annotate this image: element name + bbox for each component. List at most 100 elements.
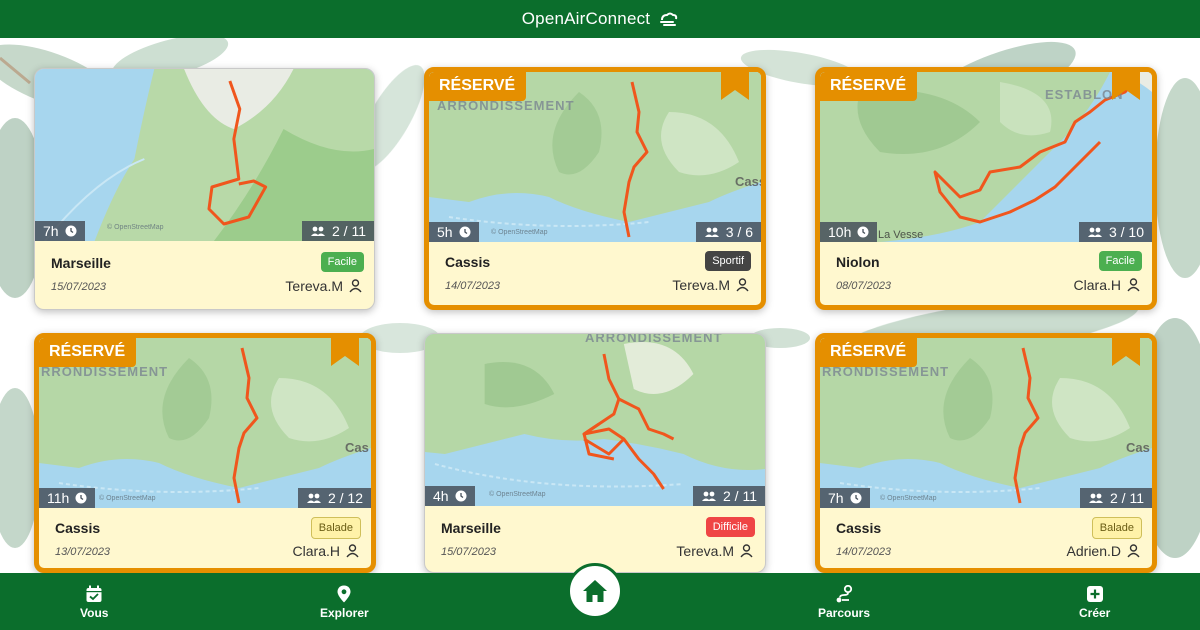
route-card[interactable]: ARRONDISSEMENT Cass RÉSERVÉ 5h 3 / 6 © O… <box>424 67 766 310</box>
duration-value: 5h <box>437 224 453 240</box>
nav-vous[interactable]: Vous <box>80 585 108 620</box>
author: Clara.H <box>293 543 359 559</box>
route-card[interactable]: 7h 2 / 11 © OpenStreetMap Marseille 15/0… <box>34 68 375 310</box>
place-name: Cassis <box>836 520 882 536</box>
map-attribution: © OpenStreetMap <box>489 491 546 498</box>
author: Tereva.M <box>672 277 749 293</box>
duration-value: 7h <box>43 223 59 239</box>
home-button[interactable] <box>567 563 623 619</box>
place-name: Marseille <box>441 520 501 536</box>
bottom-navigation: Vous Explorer Parcours Créer <box>0 563 1200 630</box>
duration-chip: 7h <box>820 488 870 508</box>
difficulty-badge: Sportif <box>705 251 751 271</box>
user-icon <box>1127 278 1140 292</box>
nav-label: Parcours <box>818 606 871 620</box>
bookmark-icon[interactable] <box>1112 67 1140 100</box>
difficulty-badge: Facile <box>1098 251 1142 271</box>
nav-parcours[interactable]: Parcours <box>818 585 870 620</box>
map-label: ARRONDISSEMENT <box>585 333 723 345</box>
nav-explorer[interactable]: Explorer <box>320 585 369 620</box>
route-card[interactable]: RRONDISSEMENT Cas RÉSERVÉ 11h 2 / 12 © O… <box>34 333 376 573</box>
reserved-ribbon: RÉSERVÉ <box>39 338 137 367</box>
duration-chip: 4h <box>425 486 475 506</box>
author: Tereva.M <box>285 278 362 294</box>
difficulty-badge: Facile <box>320 252 364 272</box>
bookmark-icon[interactable] <box>331 333 359 366</box>
nav-label: Créer <box>1079 606 1111 620</box>
group-icon <box>306 493 321 503</box>
user-icon <box>349 279 362 293</box>
place-name: Marseille <box>51 255 111 271</box>
route-card-grid: 7h 2 / 11 © OpenStreetMap Marseille 15/0… <box>0 38 1200 573</box>
place-name: Niolon <box>836 254 880 270</box>
group-count: 2 / 11 <box>723 488 757 504</box>
map-attribution: © OpenStreetMap <box>880 495 937 502</box>
duration-chip: 7h <box>35 221 85 241</box>
user-icon <box>740 544 753 558</box>
group-icon <box>702 491 716 501</box>
cloud-wind-icon <box>660 12 678 26</box>
duration-value: 4h <box>433 488 449 504</box>
route-card[interactable]: ESTABLON La Vesse RÉSERVÉ 10h 3 / 10 Nio… <box>815 67 1157 310</box>
place-name: Cassis <box>445 254 491 270</box>
map-label: Cass <box>735 174 766 189</box>
group-chip: 3 / 6 <box>695 222 761 242</box>
map-label: La Vesse <box>878 229 924 241</box>
author-name: Clara.H <box>292 543 340 559</box>
duration-chip: 5h <box>429 222 479 242</box>
author: Adrien.D <box>1067 543 1140 559</box>
group-chip: 2 / 11 <box>693 486 765 506</box>
plus-square-icon <box>1086 586 1103 602</box>
reserved-ribbon: RÉSERVÉ <box>820 72 918 101</box>
group-chip: 3 / 10 <box>1078 222 1152 242</box>
group-chip: 2 / 11 <box>1080 488 1152 508</box>
route-date: 13/07/2023 <box>55 546 111 558</box>
author-name: Clara.H <box>1073 277 1121 293</box>
group-count: 2 / 12 <box>327 490 363 506</box>
group-icon <box>311 226 325 236</box>
user-icon <box>346 544 359 558</box>
map-label: Cas <box>1126 440 1150 455</box>
bookmark-icon[interactable] <box>721 67 749 100</box>
duration-value: 10h <box>828 224 852 240</box>
route-card[interactable]: ARRONDISSEMENT 4h 2 / 11 © OpenStreetMap… <box>424 333 766 573</box>
clock-icon <box>75 492 87 504</box>
difficulty-badge: Balade <box>1091 517 1142 539</box>
duration-chip: 10h <box>820 222 878 242</box>
duration-value: 7h <box>828 490 844 506</box>
reserved-ribbon: RÉSERVÉ <box>429 72 527 101</box>
author-name: Tereva.M <box>676 543 734 559</box>
nav-creer[interactable]: Créer <box>1079 585 1110 620</box>
author-name: Tereva.M <box>285 278 343 294</box>
map-label: Cas <box>345 440 369 455</box>
clock-icon <box>850 492 862 504</box>
route-date: 15/07/2023 <box>441 546 497 558</box>
group-count: 3 / 10 <box>1108 224 1144 240</box>
route-date: 14/07/2023 <box>445 280 501 292</box>
author: Tereva.M <box>676 543 753 559</box>
author: Clara.H <box>1074 277 1140 293</box>
group-chip: 2 / 12 <box>297 488 371 508</box>
route-map <box>425 334 765 506</box>
map-attribution: © OpenStreetMap <box>491 229 548 236</box>
clock-icon <box>459 226 471 238</box>
duration-chip: 11h <box>39 488 96 508</box>
route-date: 14/07/2023 <box>836 546 892 558</box>
group-count: 3 / 6 <box>725 224 753 240</box>
route-date: 08/07/2023 <box>836 280 892 292</box>
reserved-ribbon: RÉSERVÉ <box>820 338 918 367</box>
author-name: Tereva.M <box>672 277 730 293</box>
home-icon <box>583 580 607 602</box>
route-card[interactable]: RRONDISSEMENT Cas RÉSERVÉ 7h 2 / 11 © Op… <box>815 333 1157 573</box>
group-count: 2 / 11 <box>1110 490 1144 506</box>
route-icon <box>836 585 853 603</box>
place-name: Cassis <box>55 520 101 536</box>
bookmark-icon[interactable] <box>1112 333 1140 366</box>
nav-label: Explorer <box>320 606 369 620</box>
map-pin-icon <box>337 585 351 603</box>
difficulty-badge: Balade <box>310 517 361 539</box>
top-bar: OpenAirConnect <box>0 0 1200 38</box>
map-attribution: © OpenStreetMap <box>99 495 156 502</box>
map-attribution: © OpenStreetMap <box>107 224 164 231</box>
group-icon <box>1087 227 1102 237</box>
